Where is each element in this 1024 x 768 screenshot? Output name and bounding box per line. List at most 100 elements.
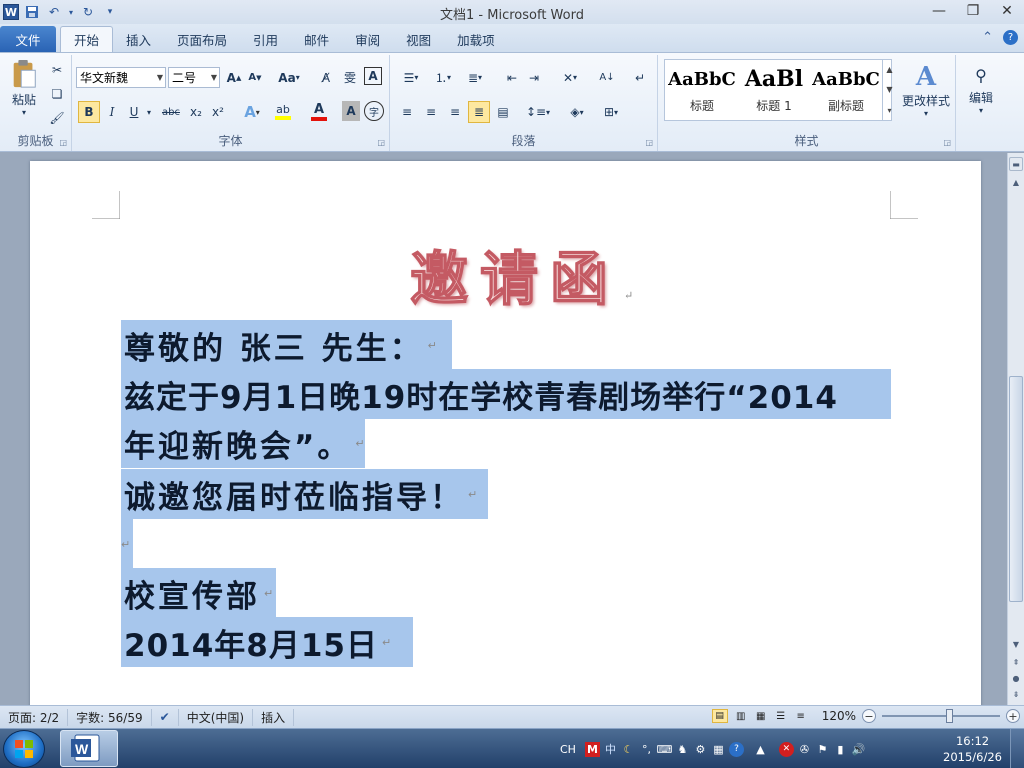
line-spacing-icon[interactable]: ↕≡ ▾ [524, 101, 552, 123]
multilevel-list-icon[interactable]: ≣ ▾ [460, 67, 490, 88]
text-effects-icon[interactable]: A ▾ [240, 101, 264, 123]
restore-button[interactable]: ❐ [956, 0, 990, 22]
full-screen-reading-icon[interactable]: ▥ [734, 711, 748, 722]
volume-icon[interactable]: 🔊 [851, 742, 866, 757]
align-right-icon[interactable]: ≡ [444, 101, 466, 123]
justify-icon[interactable]: ≣ [468, 101, 490, 123]
keyboard-icon[interactable]: ⌨ [657, 742, 673, 757]
bold-button[interactable]: B [78, 101, 100, 123]
cut-icon[interactable]: ✂ [48, 61, 66, 79]
page-indicator[interactable]: 页面: 2/2 [0, 708, 69, 726]
help-icon[interactable]: ? [1003, 30, 1018, 45]
web-layout-icon[interactable]: ▦ [754, 711, 768, 722]
clock[interactable]: 16:12 2015/6/26 [943, 733, 1002, 765]
tab-home[interactable]: 开始 [60, 26, 114, 52]
doc-line-salutation[interactable]: 尊敬的 张三 先生： ↵ [121, 320, 452, 370]
change-styles-button[interactable]: A 更改样式 ▾ [900, 59, 952, 121]
subscript-button[interactable]: x₂ [186, 101, 206, 123]
clipboard-launcher-icon[interactable]: ◲ [59, 138, 67, 147]
show-desktop-button[interactable] [1010, 729, 1024, 768]
tools-icon[interactable]: ⚙ [693, 742, 708, 757]
strikethrough-button[interactable]: abc [158, 101, 184, 123]
format-painter-icon[interactable]: 🖌 [48, 109, 66, 127]
paste-button[interactable]: 粘贴 ▾ [6, 59, 42, 117]
vertical-scrollbar[interactable]: ▬ ▲ ▼ ⇞ ● ⇟ [1007, 153, 1024, 705]
security-alert-icon[interactable]: ✕ [778, 741, 794, 757]
enclose-characters-icon[interactable]: 字 [364, 101, 384, 121]
borders-icon[interactable]: ⊞ ▾ [596, 101, 626, 123]
tab-page-layout[interactable]: 页面布局 [164, 26, 240, 52]
taskbar-word-button[interactable]: W [60, 730, 118, 767]
font-color-button[interactable]: A [306, 99, 332, 123]
clipboard-tray-icon[interactable]: ▦ [711, 742, 726, 757]
zoom-slider[interactable] [882, 709, 1000, 723]
superscript-button[interactable]: x² [208, 101, 228, 123]
shrink-font-button[interactable]: A ▼ [246, 67, 264, 88]
doc-line-date[interactable]: 2014年8月15日 ↵ [121, 617, 413, 667]
bullets-icon[interactable]: ☰ ▾ [396, 67, 426, 88]
tab-file[interactable]: 文件 [0, 26, 56, 52]
phonetic-guide-icon[interactable]: 雯 [340, 67, 360, 88]
editing-button[interactable]: ⚲ 编辑 ▾ [962, 59, 1000, 121]
undo-icon[interactable]: ↶ [45, 3, 63, 21]
italic-button[interactable]: I [102, 101, 122, 123]
undo-dropdown-icon[interactable]: ▾ [67, 3, 75, 21]
doc-line-body-1[interactable]: 兹定于9月1日晚19时在学校青春剧场举行“2014 [121, 369, 891, 419]
shading-icon[interactable]: ◈ ▾ [562, 101, 592, 123]
doc-line-body-2[interactable]: 年迎新晚会”。 ↵ [121, 418, 365, 468]
moon-icon[interactable]: ☾ [621, 742, 636, 757]
save-icon[interactable] [23, 3, 41, 21]
more-styles-icon[interactable]: ▾ [887, 106, 891, 115]
doc-line-signature[interactable]: 校宣传部 ↵ [121, 568, 276, 618]
tab-review[interactable]: 审阅 [342, 26, 393, 52]
align-left-icon[interactable]: ≡ [396, 101, 418, 123]
previous-page-icon[interactable]: ⇞ [1009, 655, 1023, 669]
help-tray-icon[interactable]: ? [728, 741, 744, 757]
doc-line-invite[interactable]: 诚邀您届时莅临指导！ ↵ [121, 469, 488, 519]
show-marks-icon[interactable]: ↵ [630, 67, 650, 88]
tab-view[interactable]: 视图 [393, 26, 444, 52]
word-app-icon[interactable]: W [3, 4, 19, 20]
proofing-icon[interactable]: ✔ [152, 708, 179, 726]
zoom-level[interactable]: 120% [822, 709, 856, 723]
underline-dropdown-icon[interactable]: ▾ [144, 101, 154, 123]
distributed-icon[interactable]: ▤ [492, 101, 514, 123]
clear-formatting-icon[interactable]: A̸ [316, 67, 336, 88]
customize-qat-icon[interactable]: ▾ [101, 3, 119, 21]
tab-insert[interactable]: 插入 [113, 26, 164, 52]
scroll-down-icon[interactable]: ▼ [886, 85, 892, 94]
language-indicator[interactable]: 中文(中国) [179, 708, 254, 726]
insert-mode[interactable]: 插入 [253, 708, 295, 726]
change-case-button[interactable]: Aa ▾ [276, 67, 302, 88]
outline-icon[interactable]: ☰ [774, 711, 788, 722]
sort-icon[interactable]: A↓ [596, 67, 618, 88]
tab-addins[interactable]: 加载项 [444, 26, 508, 52]
ruler-toggle-icon[interactable]: ▬ [1009, 157, 1023, 171]
font-launcher-icon[interactable]: ◲ [377, 138, 385, 147]
decrease-indent-icon[interactable]: ⇤ [502, 67, 522, 88]
invitation-title[interactable]: 邀请函 ↵ [409, 232, 633, 316]
draft-icon[interactable]: ≡ [794, 711, 808, 722]
tab-mailings[interactable]: 邮件 [291, 26, 342, 52]
style-heading-1[interactable]: AaBl 标题 1 [738, 61, 810, 119]
numbering-icon[interactable]: ⒈ ▾ [428, 67, 458, 88]
close-button[interactable]: ✕ [990, 0, 1024, 22]
doc-line-empty[interactable]: ↵ [121, 519, 133, 569]
print-layout-icon[interactable]: ▤ [711, 709, 728, 723]
zoom-slider-thumb[interactable] [946, 709, 954, 723]
minimize-button[interactable]: — [922, 0, 956, 22]
language-bar[interactable]: CH [560, 743, 576, 756]
font-name-combo[interactable]: 华文新魏 ▼ [76, 67, 166, 88]
flag-icon[interactable]: ⚑ [815, 742, 830, 757]
underline-button[interactable]: U [124, 101, 144, 123]
ime-m-icon[interactable]: M [584, 741, 600, 757]
punctuation-icon[interactable]: °, [639, 742, 654, 757]
scroll-thumb[interactable] [1009, 376, 1023, 602]
antivirus-icon[interactable]: ✇ [797, 742, 812, 757]
tray-expand-icon[interactable]: ▲ [753, 742, 768, 757]
scroll-up-arrow[interactable]: ▲ [1009, 175, 1023, 189]
chinese-layout-icon[interactable]: ✕ ▾ [556, 67, 584, 88]
zoom-in-button[interactable]: + [1006, 709, 1020, 723]
highlight-button[interactable]: ab [270, 99, 296, 123]
redo-icon[interactable]: ↻ [79, 3, 97, 21]
